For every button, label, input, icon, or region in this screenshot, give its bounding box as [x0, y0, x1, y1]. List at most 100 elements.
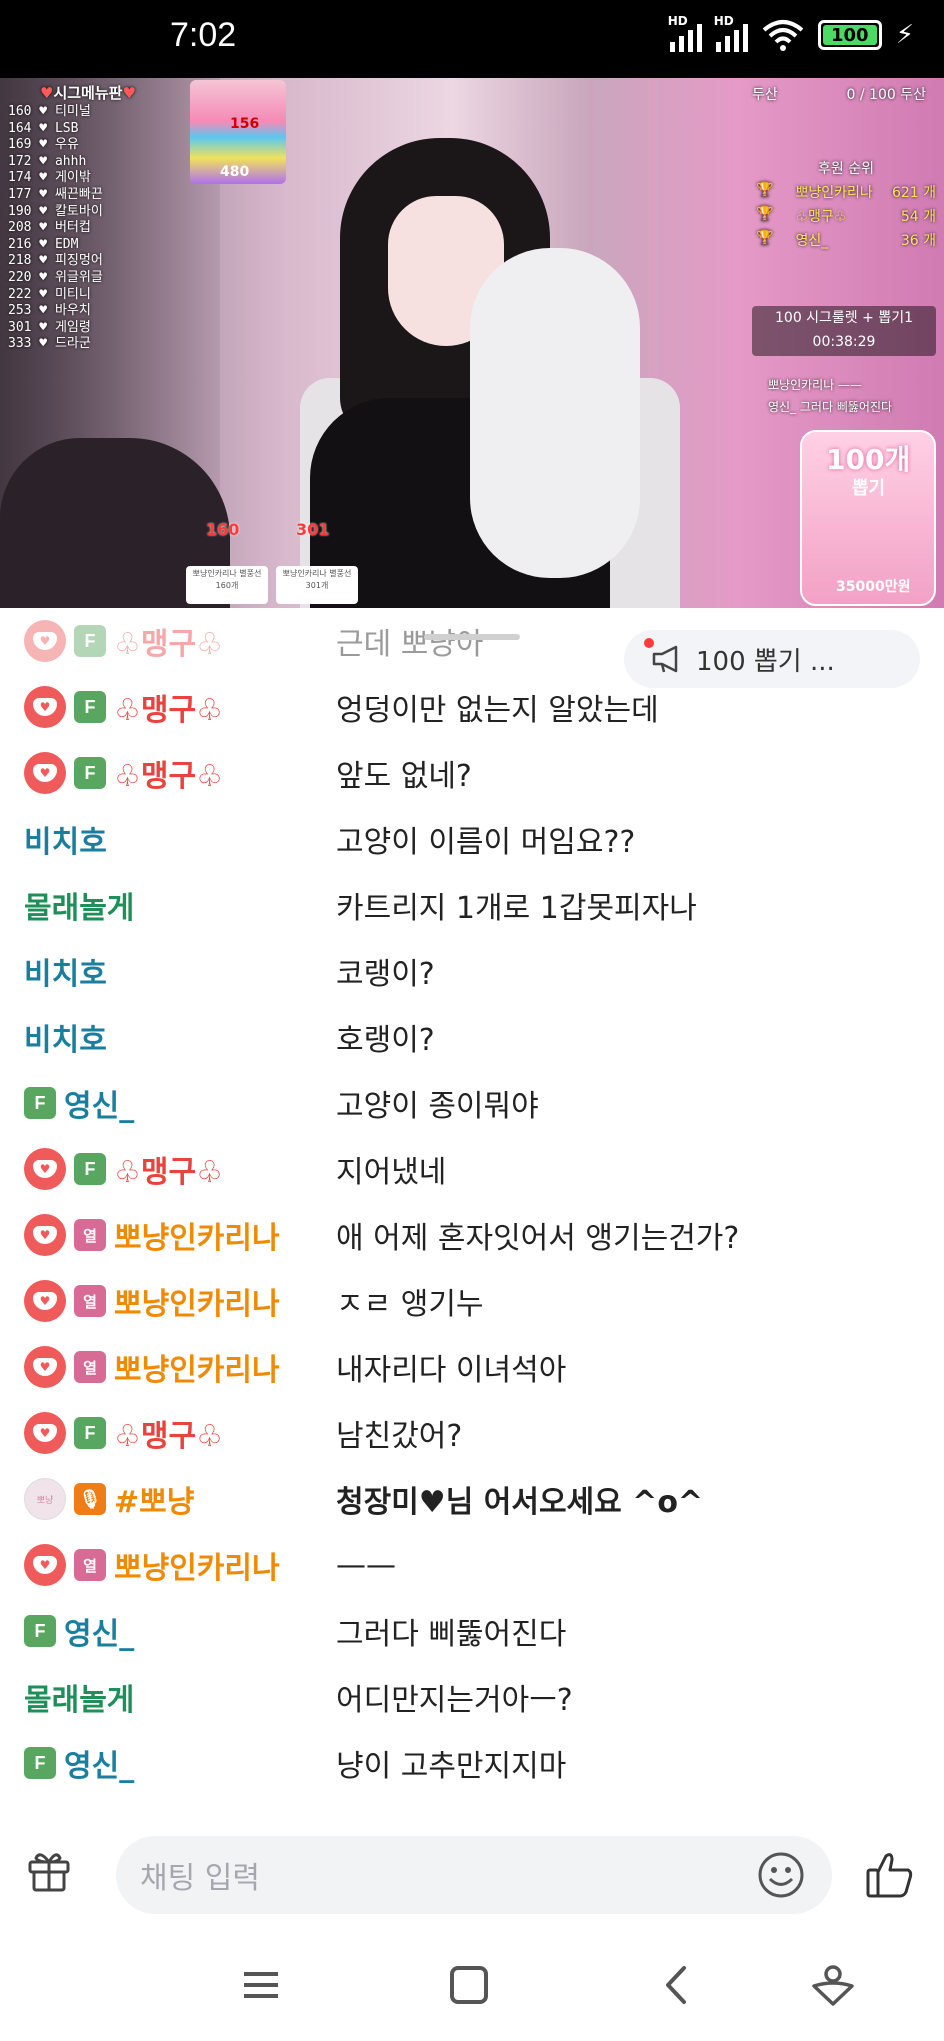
chat-message: 비치호 고양이 이름이 머임요??: [0, 806, 944, 872]
chat-text: 호랭이?: [336, 1023, 435, 1058]
system-nav-bar: [0, 1920, 944, 2041]
notice-label: 100 뽑기 ...: [696, 646, 835, 677]
home-icon[interactable]: [444, 1960, 494, 2010]
signature-menu-item: 160 ♥ 티미널: [8, 104, 91, 119]
assistant-icon[interactable]: [808, 1960, 858, 2010]
chat-nickname[interactable]: 영신_: [64, 1609, 134, 1653]
balloon-alert: 301 뽀냥인카리나 별풍선 301개: [272, 520, 362, 606]
chat-nickname[interactable]: 비치호: [24, 949, 107, 993]
chat-message: ♥ F ♧맹구♧ 앞도 없네?: [0, 740, 944, 806]
menu-icon[interactable]: [236, 1960, 286, 2010]
signature-menu-item: 220 ♥ 위글위글: [8, 269, 103, 285]
chat-input-bar: 채팅 입력: [0, 1820, 944, 1920]
signature-menu-item: 216 ♥ EDM: [8, 236, 79, 252]
chat-nickname[interactable]: 뽀냥인카리나: [114, 1543, 280, 1587]
chat-text: 엉덩이만 없는지 알았는데: [336, 693, 659, 728]
chat-text: 내자리다 이녀석아: [336, 1353, 567, 1388]
chat-nickname[interactable]: 비치호: [24, 1015, 107, 1059]
avatar: 뽀냥: [24, 1478, 66, 1520]
tier-badge: 열: [74, 1285, 106, 1317]
chat-nickname[interactable]: ♧맹구♧: [114, 685, 223, 729]
chat-nickname[interactable]: #뽀냥: [114, 1477, 194, 1521]
chat-nickname[interactable]: 뽀냥인카리나: [114, 1213, 280, 1257]
status-icons: HD HD 100 ⚡: [668, 14, 914, 52]
chat-nickname[interactable]: ♧맹구♧: [114, 751, 223, 795]
status-time: 7:02: [170, 16, 237, 54]
signature-menu-item: 172 ♥ ahhh: [8, 153, 87, 169]
chat-message: 비치호 코랭이?: [0, 938, 944, 1004]
chat-input[interactable]: 채팅 입력: [116, 1836, 832, 1914]
trophy-icon: 🏆: [756, 230, 774, 246]
ranking-row: 🏆 뽀냥인카리나 621 개: [756, 182, 936, 201]
chat-nickname[interactable]: ♧맹구♧: [114, 1147, 223, 1191]
tier-badge: F: [24, 1747, 56, 1779]
chat-nickname[interactable]: 뽀냥인카리나: [114, 1279, 280, 1323]
drag-handle[interactable]: [424, 634, 520, 640]
chat-text: 청장미♥님 어서오세요 ^o^: [336, 1485, 704, 1520]
signature-menu-item: 333 ♥ 드라군: [8, 336, 91, 352]
mini-log-line: 영신_ 그러다 삐뚫어진다: [768, 400, 893, 414]
chat-list[interactable]: ♥ F ♧맹구♧ 근데 뽀냥아 ♥ F ♧맹구♧ 엉덩이만 없는지 알았는데 ♥…: [0, 608, 944, 1820]
gift-icon[interactable]: [26, 1848, 72, 1894]
ranking-title: 후원 순위: [818, 161, 874, 177]
chat-message: 비치호 호랭이?: [0, 1004, 944, 1070]
chat-text: 코랭이?: [336, 957, 435, 992]
chat-text: 카트리지 1개로 1갑못피자나: [336, 891, 697, 926]
chat-nickname[interactable]: 비치호: [24, 817, 107, 861]
chat-message: ♥ 열 뽀냥인카리나 ——: [0, 1532, 944, 1598]
chat-nickname[interactable]: 몰래놀게: [24, 883, 134, 927]
chat-text: 어디만지는거아ㅡ?: [336, 1683, 573, 1718]
emoji-icon[interactable]: [756, 1850, 806, 1900]
fan-badge-icon: ♥: [24, 1412, 66, 1454]
fan-badge-icon: ♥: [24, 1346, 66, 1388]
thumbs-up-icon[interactable]: [864, 1848, 916, 1900]
tier-badge: F: [74, 691, 106, 723]
ranking-row: 🏆 ♧맹구♧ 54 개: [756, 206, 936, 225]
fan-badge-icon: ♥: [24, 686, 66, 728]
tier-badge: F: [24, 1087, 56, 1119]
chat-nickname[interactable]: 영신_: [64, 1081, 134, 1125]
chat-text: 근데 뽀냥아: [336, 627, 484, 662]
chat-nickname[interactable]: 영신_: [64, 1741, 134, 1785]
signature-menu-item: 190 ♥ 칼토바이: [8, 203, 103, 219]
chat-text: 남친갔어?: [336, 1419, 463, 1454]
trophy-icon: 🏆: [756, 182, 774, 198]
chat-nickname[interactable]: ♧맹구♧: [114, 619, 223, 663]
signature-menu-item: 174 ♥ 게이밖: [8, 170, 91, 186]
balloon-alert: 160 뽀냥인카리나 별풍선 160개: [182, 520, 272, 606]
signature-menu-item: 253 ♥ 바우치: [8, 303, 91, 319]
goal-label: 두산: [752, 87, 778, 103]
ranking-row: 🏆 영신_ 36 개: [756, 230, 936, 249]
chat-nickname[interactable]: ♧맹구♧: [114, 1411, 223, 1455]
chat-message: ♥ F ♧맹구♧ 남친갔어?: [0, 1400, 944, 1466]
notice-pill[interactable]: 100 뽑기 ...: [624, 630, 920, 688]
chat-message: ♥ 열 뽀냥인카리나 ㅈㄹ 앵기누: [0, 1268, 944, 1334]
chat-message: 뽀냥 🎙 #뽀냥 청장미♥님 어서오세요 ^o^: [0, 1466, 944, 1532]
signature-menu-item: 218 ♥ 피징멍어: [8, 253, 103, 269]
fan-badge-icon: ♥: [24, 620, 66, 662]
chat-message: 몰래놀게 카트리지 1개로 1갑못피자나: [0, 872, 944, 938]
chat-text: 애 어제 혼자잇어서 앵기는건가?: [336, 1221, 740, 1256]
chat-nickname[interactable]: 뽀냥인카리나: [114, 1345, 280, 1389]
signal-icon: HD: [668, 14, 702, 52]
chat-nickname[interactable]: 몰래놀게: [24, 1675, 134, 1719]
signature-menu-item: 222 ♥ 미티니: [8, 286, 91, 302]
fan-badge-icon: ♥: [24, 1148, 66, 1190]
tier-badge: F: [74, 625, 106, 657]
signature-menu-item: 177 ♥ 쌔끈빠끈: [8, 186, 103, 202]
fan-badge-icon: ♥: [24, 752, 66, 794]
charging-icon: ⚡: [895, 20, 914, 50]
mini-log-line: 뽀냥인카리나 ——: [768, 378, 863, 392]
fan-badge-icon: ♥: [24, 1544, 66, 1586]
chat-input-placeholder: 채팅 입력: [140, 1861, 260, 1896]
chat-text: 냥이 고추만지지마: [336, 1749, 567, 1784]
chat-text: 고양이 이름이 머임요??: [336, 825, 636, 860]
tier-badge: F: [24, 1615, 56, 1647]
chat-text: ——: [336, 1547, 396, 1583]
cat: [470, 248, 640, 578]
back-icon[interactable]: [652, 1960, 702, 2010]
chat-message: F 영신_ 냥이 고추만지지마: [0, 1730, 944, 1796]
new-indicator: [644, 638, 654, 648]
chat-message: F 영신_ 고양이 종이뭐야: [0, 1070, 944, 1136]
tier-badge: 열: [74, 1549, 106, 1581]
